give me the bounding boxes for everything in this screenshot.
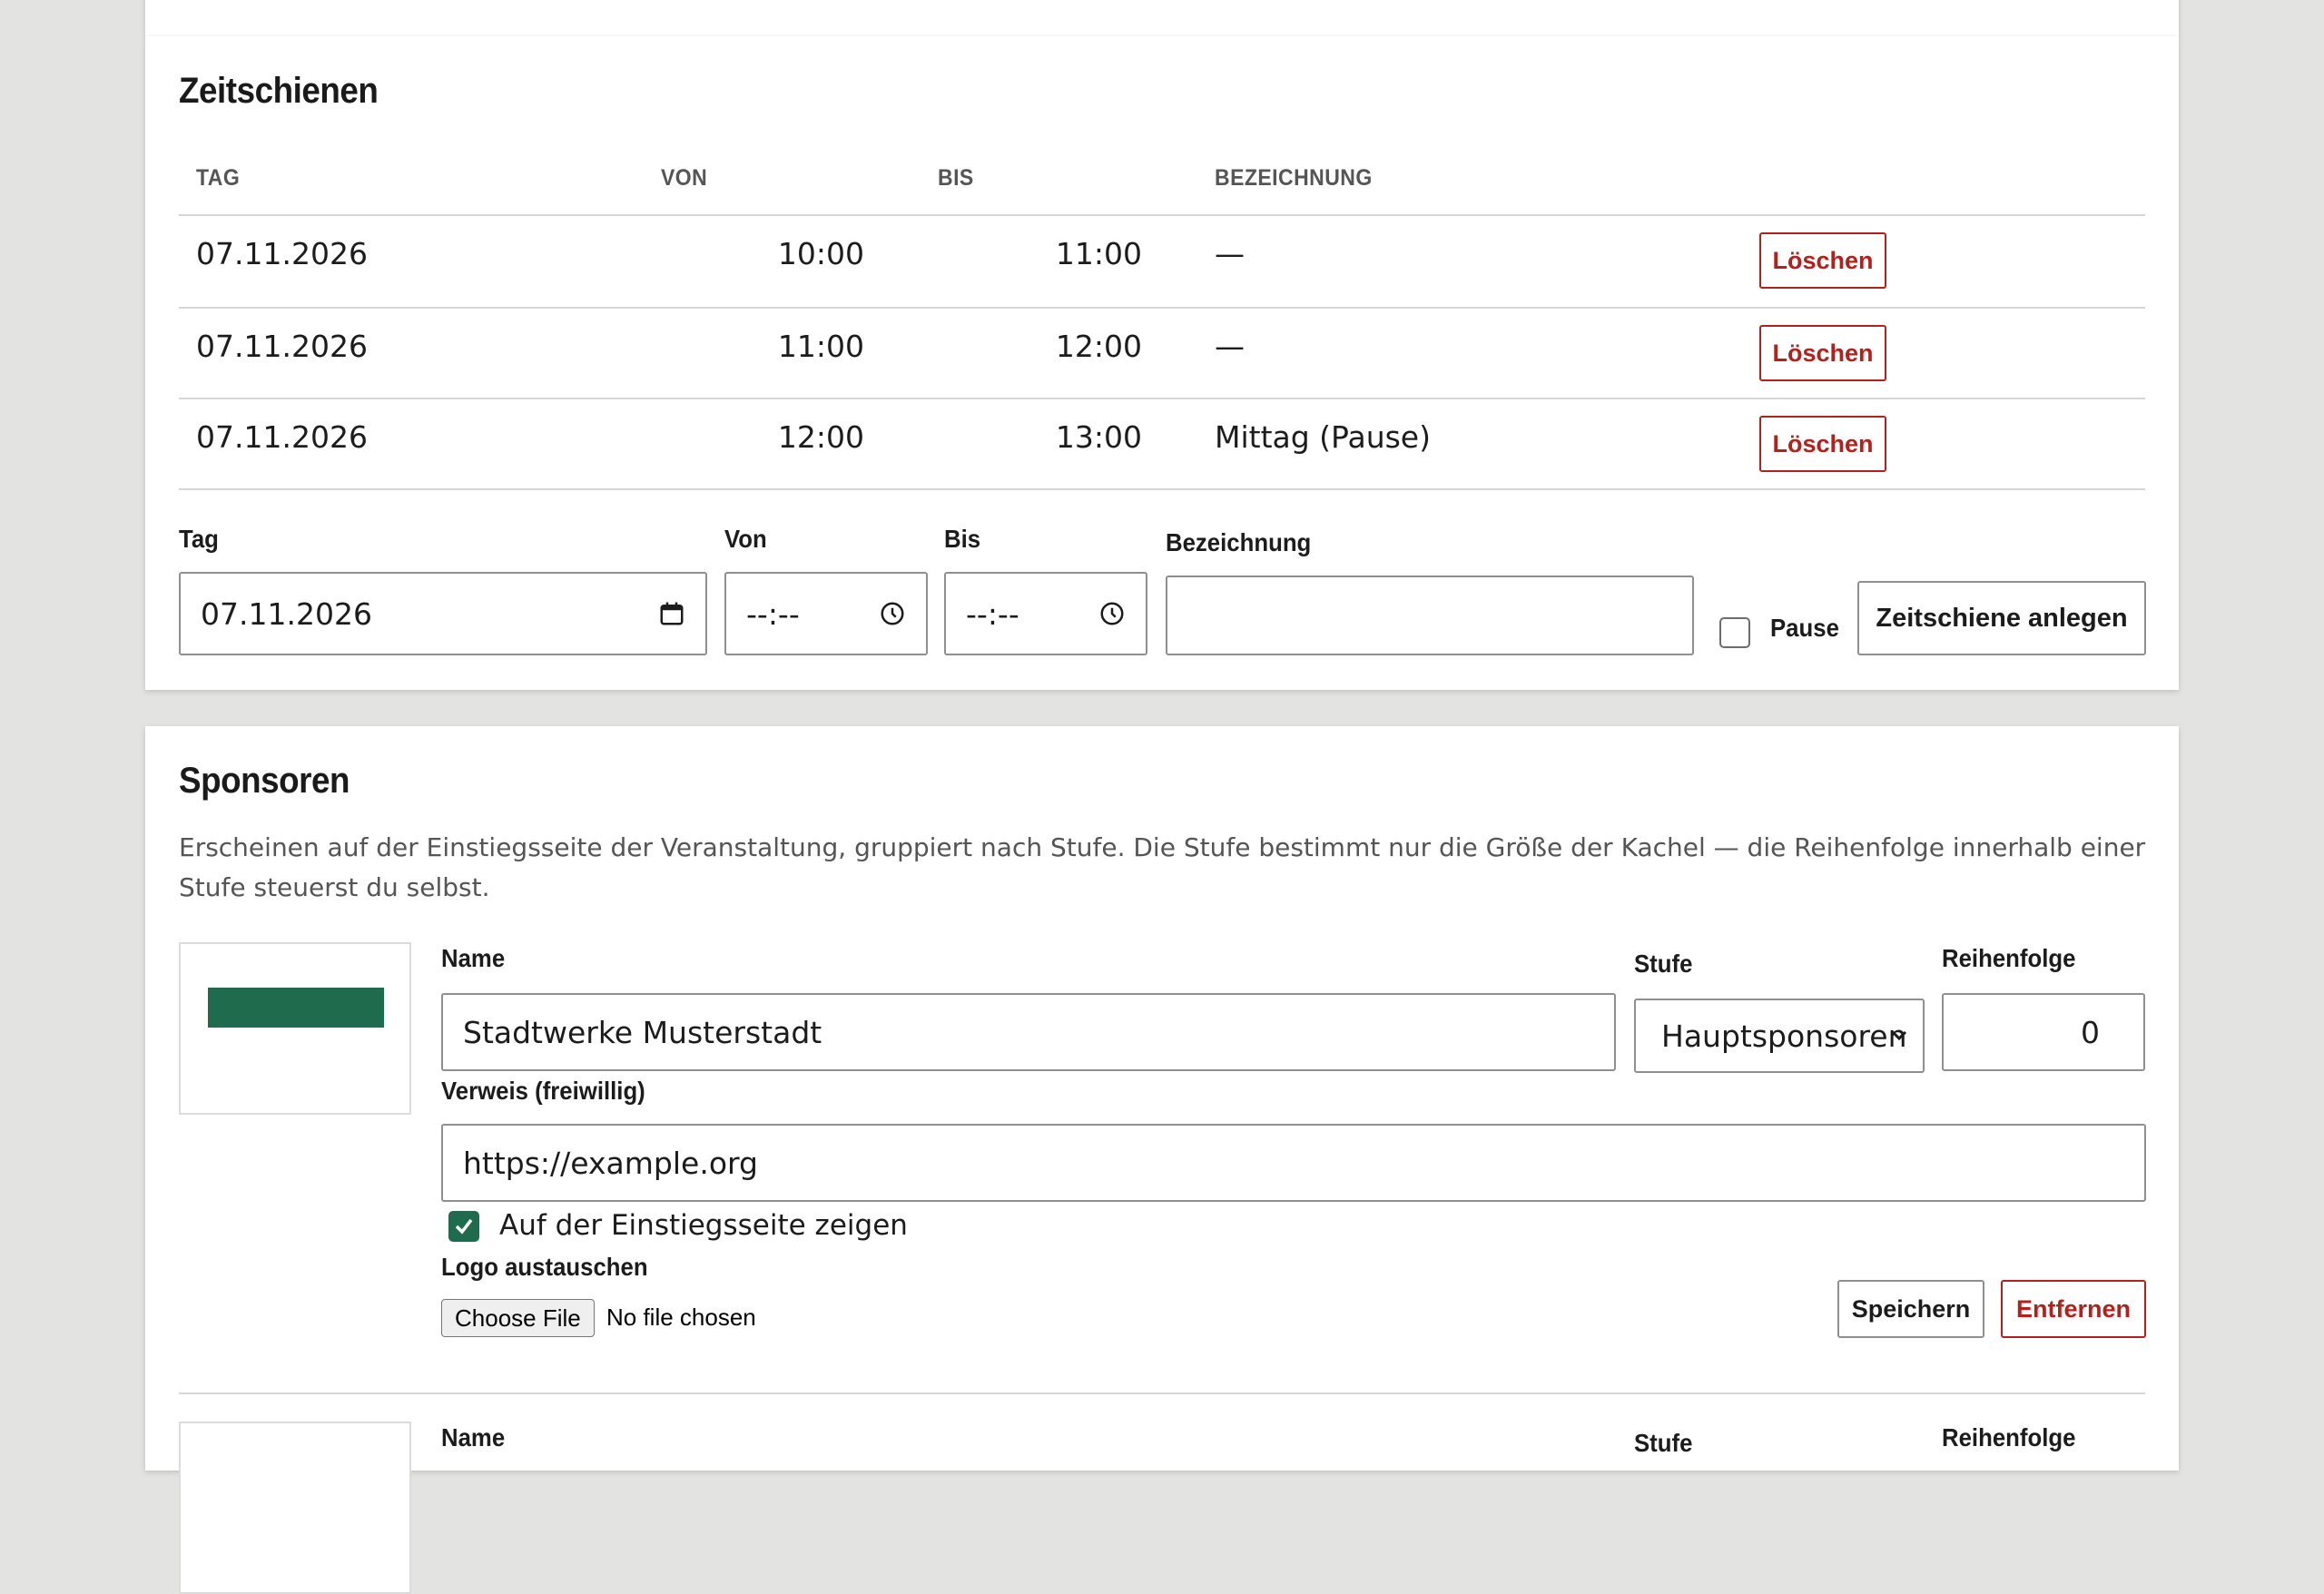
cell-von: 12:00: [777, 419, 864, 455]
reihenfolge-input[interactable]: 0: [1942, 993, 2145, 1071]
table-divider: [179, 214, 2145, 216]
name-label: Name: [441, 1423, 506, 1451]
von-time-input[interactable]: --:--: [724, 572, 928, 655]
sponsors-card: Sponsoren Erscheinen auf der Einstiegsse…: [145, 726, 2179, 1594]
column-header-von: VON: [661, 165, 708, 191]
logo-replace-label: Logo austauschen: [441, 1253, 648, 1281]
show-on-landing-label: Auf der Einstiegsseite zeigen: [499, 1209, 908, 1242]
bis-time-input[interactable]: --:--: [944, 572, 1147, 655]
verweis-value: https://example.org: [463, 1145, 758, 1181]
reihenfolge-value: 0: [2081, 1014, 2100, 1050]
column-header-tag: TAG: [196, 165, 241, 191]
timeslots-card: Zeitschienen TAG VON BIS BEZEICHNUNG 07.…: [145, 36, 2179, 690]
clock-icon[interactable]: [1098, 600, 1126, 627]
cell-bezeichnung: —: [1215, 329, 1245, 364]
cell-von: 10:00: [777, 236, 864, 271]
file-status: No file chosen: [606, 1304, 756, 1331]
bis-label: Bis: [944, 525, 981, 553]
verweis-input[interactable]: https://example.org: [441, 1124, 2146, 1202]
sponsors-description: Erscheinen auf der Einstiegsseite der Ve…: [179, 832, 2146, 902]
show-on-landing-checkbox[interactable]: [448, 1211, 479, 1242]
stufe-label: Stufe: [1634, 1429, 1693, 1457]
remove-button[interactable]: Entfernen: [2001, 1280, 2146, 1338]
cell-tag: 07.11.2026: [196, 236, 368, 271]
stufe-select[interactable]: Hauptsponsoren: [1634, 999, 1925, 1073]
tag-date-value: 07.11.2026: [201, 595, 372, 632]
verweis-label: Verweis (freiwillig): [441, 1077, 645, 1105]
save-button[interactable]: Speichern: [1837, 1280, 1984, 1338]
delete-button[interactable]: Löschen: [1759, 416, 1886, 472]
table-divider: [179, 398, 2145, 399]
table-divider: [179, 488, 2145, 490]
table-divider: [179, 307, 2145, 309]
clock-icon[interactable]: [879, 600, 906, 627]
von-time-value: --:--: [746, 595, 800, 632]
cell-tag: 07.11.2026: [196, 329, 368, 364]
name-label: Name: [441, 944, 506, 972]
cell-bis: 13:00: [1055, 419, 1142, 455]
pause-checkbox[interactable]: [1719, 617, 1750, 648]
sponsors-title: Sponsoren: [179, 761, 350, 801]
timeslots-title: Zeitschienen: [179, 71, 379, 111]
previous-card: [145, 0, 2179, 36]
pause-label: Pause: [1770, 614, 1839, 642]
bezeichnung-label: Bezeichnung: [1166, 528, 1312, 556]
von-label: Von: [724, 525, 767, 553]
reihenfolge-label: Reihenfolge: [1942, 1423, 2076, 1451]
cell-bezeichnung: Mittag (Pause): [1215, 419, 1431, 455]
delete-button[interactable]: Löschen: [1759, 325, 1886, 381]
column-header-bezeichnung: BEZEICHNUNG: [1215, 165, 1373, 191]
tag-date-input[interactable]: 07.11.2026: [179, 572, 707, 655]
stufe-label: Stufe: [1634, 950, 1693, 978]
choose-file-button[interactable]: Choose File: [441, 1299, 595, 1337]
sponsor-divider: [179, 1392, 2145, 1394]
bezeichnung-input[interactable]: [1166, 576, 1694, 655]
column-header-bis: BIS: [938, 165, 974, 191]
sponsor-logo: [179, 942, 411, 1115]
logo-image: [208, 988, 384, 1028]
stufe-select-value: Hauptsponsoren: [1661, 1018, 1907, 1054]
cell-von: 11:00: [777, 329, 864, 364]
cell-bis: 12:00: [1055, 329, 1142, 364]
reihenfolge-label: Reihenfolge: [1942, 944, 2076, 972]
sponsor-name-value: Stadtwerke Musterstadt: [463, 1014, 822, 1050]
chevron-down-icon: [1891, 1030, 1907, 1041]
delete-button[interactable]: Löschen: [1759, 232, 1886, 289]
checkmark-icon: [455, 1218, 473, 1235]
cell-bis: 11:00: [1055, 236, 1142, 271]
bis-time-value: --:--: [966, 595, 1019, 632]
calendar-icon[interactable]: [658, 600, 685, 627]
cell-tag: 07.11.2026: [196, 419, 368, 455]
cell-bezeichnung: —: [1215, 236, 1245, 271]
tag-label: Tag: [179, 525, 219, 553]
sponsor-name-input[interactable]: Stadtwerke Musterstadt: [441, 993, 1616, 1071]
sponsor-logo: [179, 1422, 411, 1594]
create-timeslot-button[interactable]: Zeitschiene anlegen: [1857, 581, 2146, 655]
